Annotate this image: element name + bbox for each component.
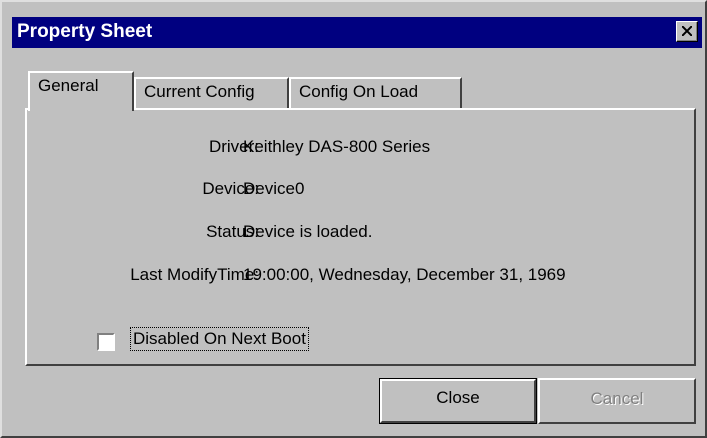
status-row: Status: Device is loaded.	[27, 220, 687, 244]
disabled-on-next-boot-checkbox[interactable]	[97, 333, 115, 351]
last-modify-label: Last ModifyTime:	[130, 265, 259, 284]
title-bar[interactable]: Property Sheet	[12, 17, 702, 48]
driver-row: Driver: Keithley DAS-800 Series	[27, 135, 687, 159]
cancel-button[interactable]: Cancel	[538, 378, 696, 424]
device-value: Device0	[243, 179, 305, 198]
disabled-on-next-boot-label[interactable]: Disabled On Next Boot	[130, 327, 309, 351]
window-title: Property Sheet	[17, 21, 153, 42]
status-value: Device is loaded.	[243, 222, 373, 241]
cancel-button-label: Cancel	[590, 389, 644, 408]
device-row: Device: Device0	[27, 177, 687, 201]
tab-current-config-label: Current Config	[144, 82, 255, 101]
general-panel: Driver: Keithley DAS-800 Series Device: …	[25, 108, 696, 366]
tab-config-on-load-label: Config On Load	[299, 82, 419, 101]
title-close-button[interactable]	[676, 21, 698, 42]
tab-current-config[interactable]: Current Config	[134, 77, 289, 109]
last-modify-row: Last ModifyTime: 19:00:00, Wednesday, De…	[27, 263, 687, 287]
tab-general-label: General	[38, 76, 99, 95]
tab-config-on-load[interactable]: Config On Load	[289, 77, 462, 109]
property-sheet-window: Property Sheet General Current Config Co…	[0, 0, 707, 438]
close-button[interactable]: Close	[379, 378, 537, 424]
close-icon	[682, 26, 692, 36]
tab-general[interactable]: General	[28, 71, 134, 111]
last-modify-value: 19:00:00, Wednesday, December 31, 1969	[243, 265, 566, 284]
driver-value: Keithley DAS-800 Series	[243, 137, 431, 156]
